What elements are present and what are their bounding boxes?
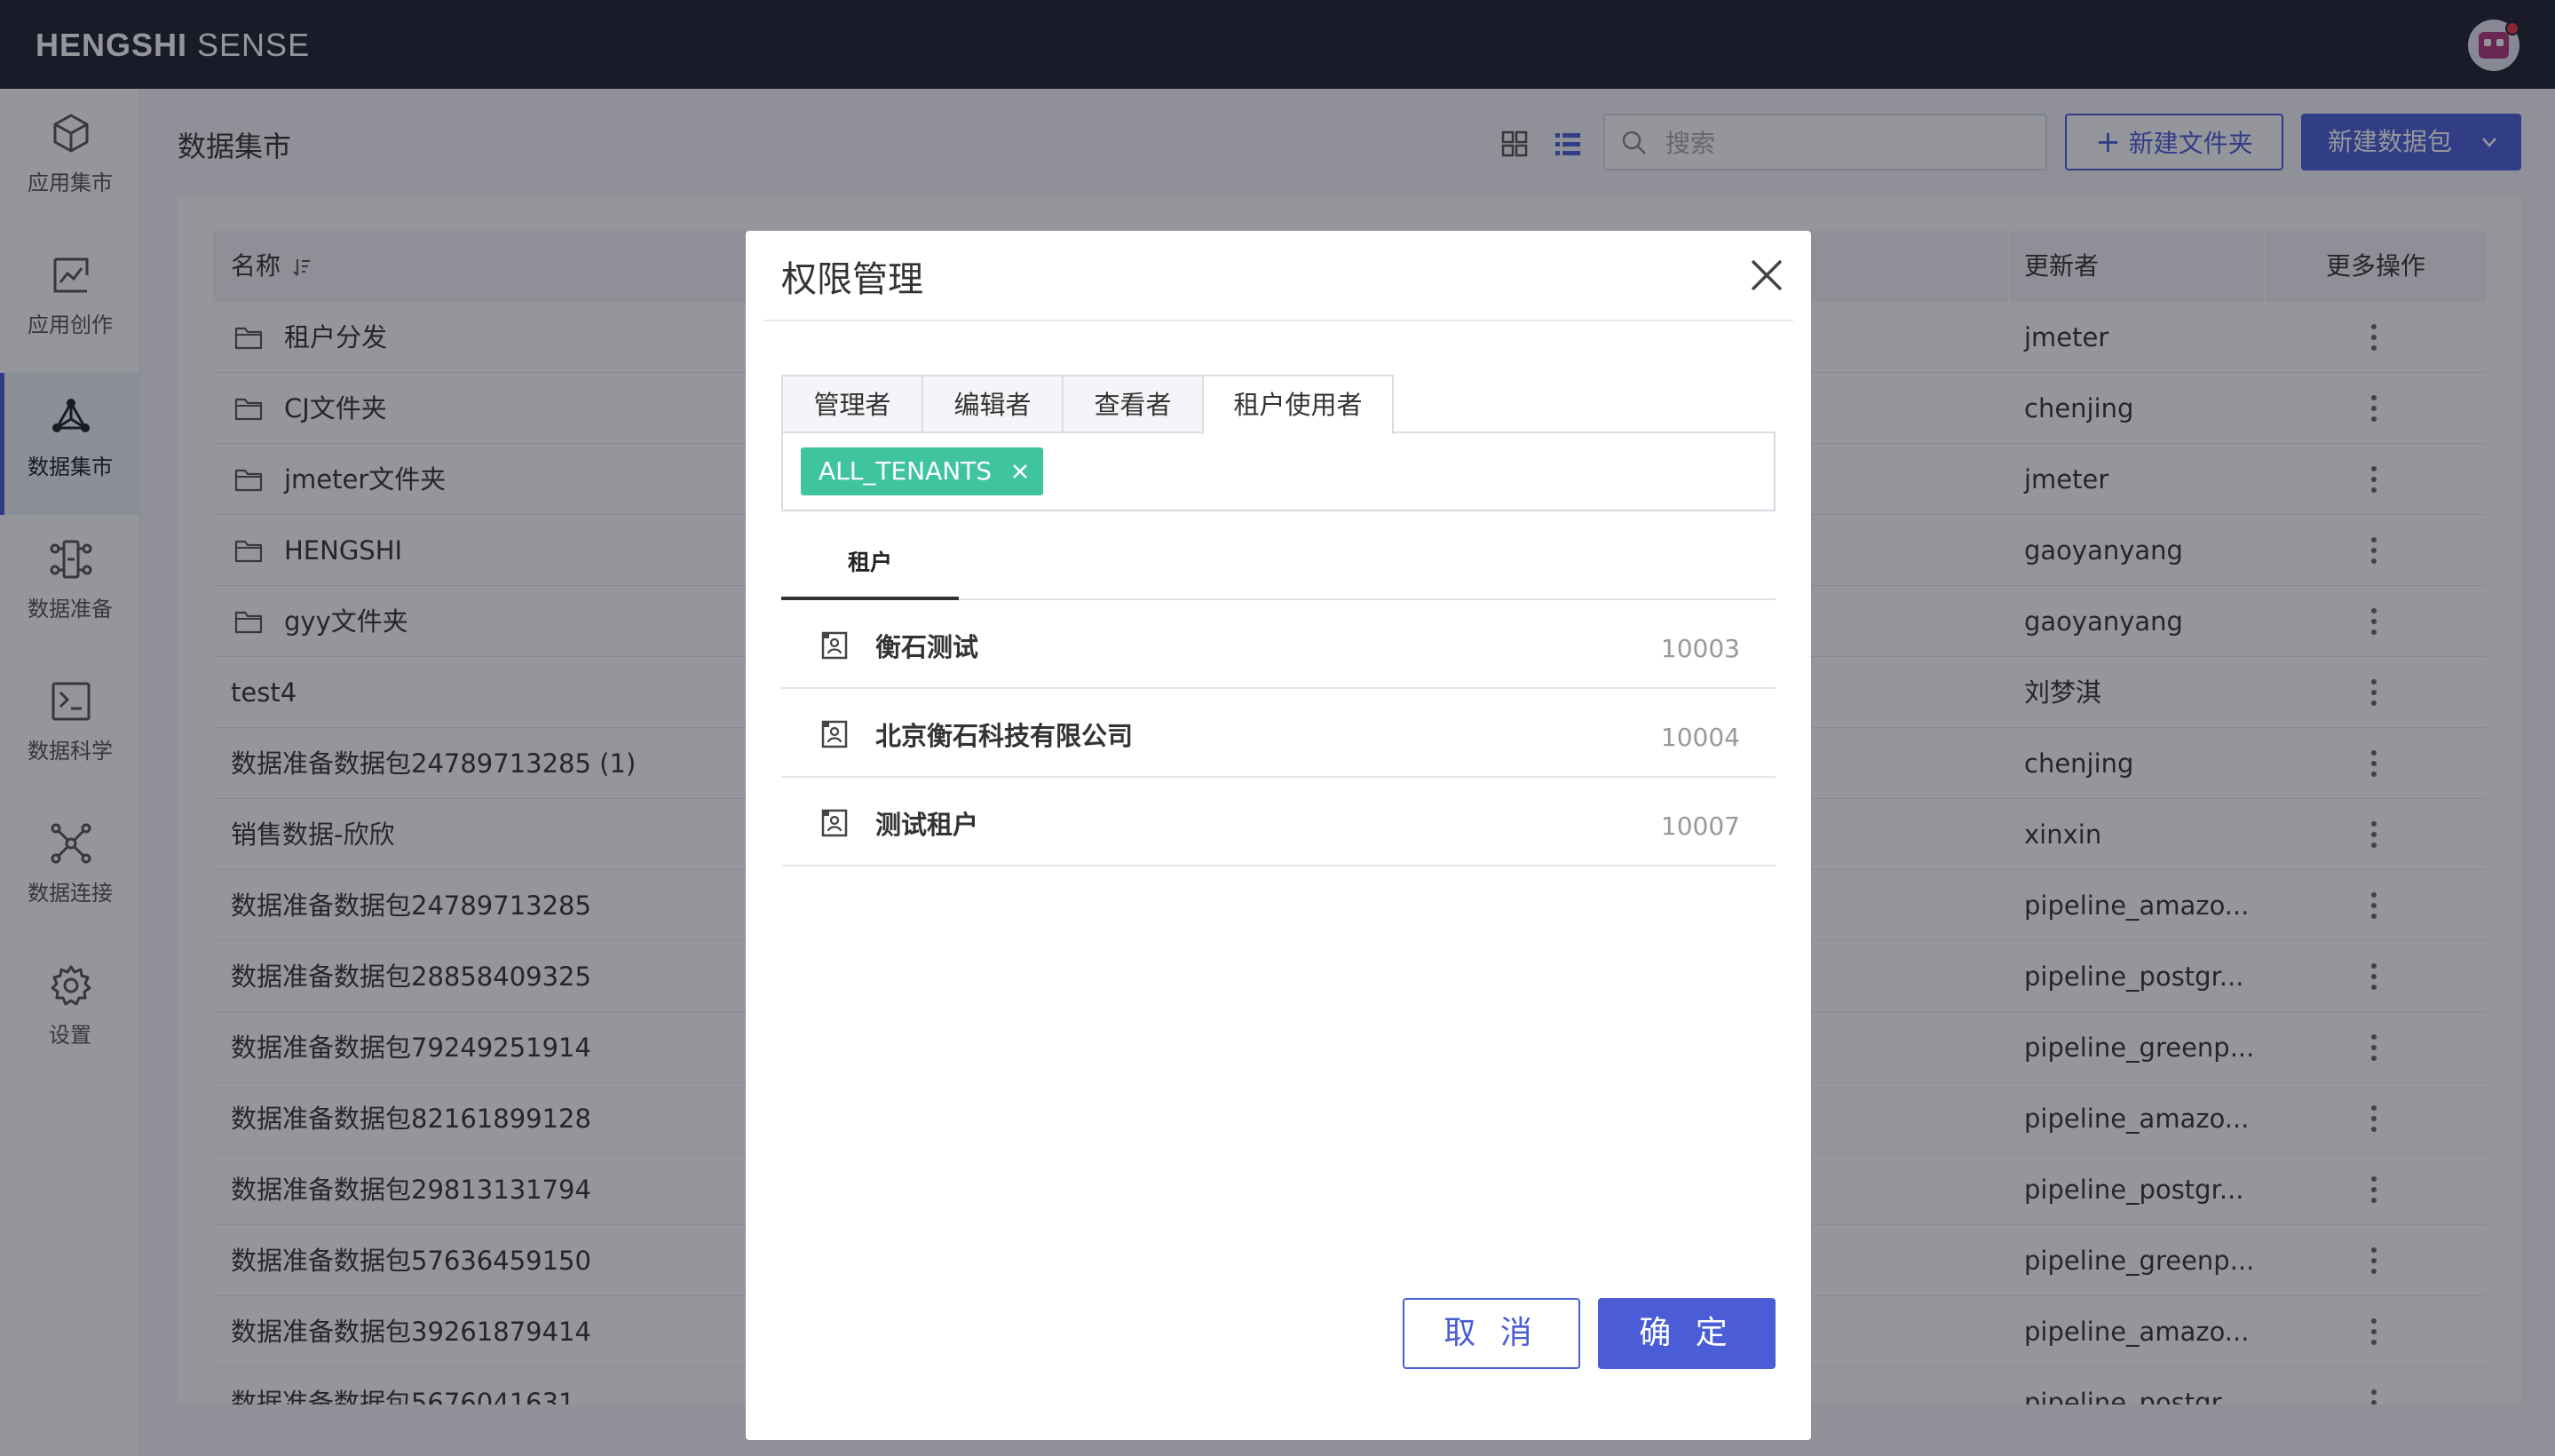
tenant-building-icon — [821, 720, 848, 748]
tenant-id: 10007 — [1660, 811, 1740, 841]
tenant-tag: ALL_TENANTS — [801, 447, 1044, 495]
tag-remove-icon[interactable] — [1011, 463, 1029, 480]
tenant-row[interactable]: 衡石测试 10003 — [781, 600, 1776, 689]
tenant-building-icon — [821, 809, 848, 837]
tenant-tag-label: ALL_TENANTS — [819, 456, 993, 486]
tenant-building-icon — [821, 631, 848, 660]
dialog-title: 权限管理 — [781, 259, 923, 300]
tenant-row[interactable]: 测试租户 10007 — [781, 778, 1776, 866]
selected-tenants-field[interactable]: ALL_TENANTS — [781, 431, 1776, 511]
tenant-id: 10004 — [1660, 723, 1740, 752]
tab-editors[interactable]: 编辑者 — [922, 375, 1064, 433]
dialog-divider — [763, 320, 1793, 321]
tenant-id: 10003 — [1660, 634, 1740, 663]
confirm-button[interactable]: 确 定 — [1598, 1298, 1776, 1369]
close-icon[interactable] — [1747, 256, 1786, 295]
tenant-name: 测试租户 — [875, 810, 979, 840]
tab-tenants[interactable]: 租户 — [781, 542, 959, 600]
tab-managers[interactable]: 管理者 — [781, 375, 923, 433]
tenant-name: 北京衡石科技有限公司 — [875, 721, 1134, 751]
subtab-active-indicator — [781, 597, 959, 600]
tab-viewers[interactable]: 查看者 — [1062, 375, 1204, 433]
tenant-row[interactable]: 北京衡石科技有限公司 10004 — [781, 689, 1776, 778]
tab-tenant-users[interactable]: 租户使用者 — [1202, 375, 1394, 435]
cancel-button[interactable]: 取 消 — [1403, 1298, 1580, 1369]
permission-dialog: 权限管理 管理者 编辑者 查看者 租户使用者 ALL_TENANTS 租户 衡石… — [746, 231, 1811, 1440]
tenant-name: 衡石测试 — [875, 632, 979, 662]
